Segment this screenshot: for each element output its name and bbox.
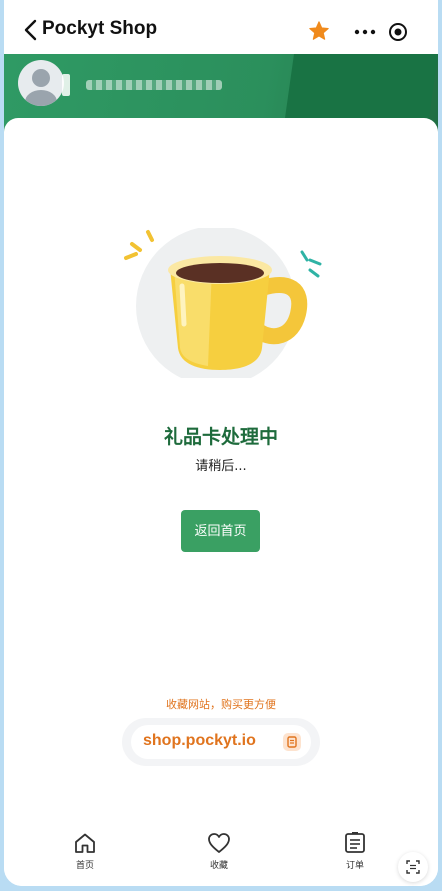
tab-label: 订单 [345, 861, 364, 871]
url-pill-container: shop.pockyt.io [122, 718, 320, 766]
tab-label: 首页 [75, 861, 94, 871]
content-card: 礼品卡处理中 请稍后... 返回首页 收藏网站，购买更方便 shop.pocky… [4, 118, 438, 828]
page-title: Pockyt Shop [42, 18, 158, 39]
status-subtitle: 请稍后... [195, 459, 247, 474]
scan-icon [406, 860, 420, 874]
order-list-icon [345, 832, 365, 853]
url-pill: shop.pockyt.io [131, 725, 311, 759]
heart-icon [208, 833, 230, 853]
status-title: 礼品卡处理中 [163, 426, 278, 448]
coffee-cup-illustration [124, 228, 322, 378]
bookmark-tip: 收藏网站，购买更方便 [166, 698, 276, 711]
target-icon[interactable] [388, 22, 408, 42]
mini-program-capsule [344, 16, 424, 48]
redacted-account-name [86, 80, 222, 90]
title-bar: Pockyt Shop [4, 0, 438, 54]
more-icon[interactable] [354, 25, 376, 39]
bottom-tab-bar: 首页 收藏 订单 [4, 824, 438, 886]
star-icon[interactable] [308, 20, 330, 42]
back-to-home-button[interactable]: 返回首页 [181, 510, 260, 552]
tab-label: 收藏 [209, 861, 228, 871]
redacted-text [62, 74, 70, 96]
user-avatar-icon[interactable] [18, 60, 64, 106]
chevron-left-icon[interactable] [23, 19, 37, 41]
tab-orders[interactable]: 订单 [320, 832, 390, 871]
scan-button[interactable] [398, 852, 428, 882]
app-window: Pockyt Shop 礼品卡处理中 请稍后... 返回首页 收藏网站，购买更方… [4, 0, 438, 886]
home-icon [75, 833, 95, 853]
tab-home[interactable]: 首页 [50, 832, 120, 871]
copy-icon[interactable] [283, 733, 301, 751]
site-url: shop.pockyt.io [143, 732, 256, 749]
tab-favorites[interactable]: 收藏 [184, 832, 254, 871]
